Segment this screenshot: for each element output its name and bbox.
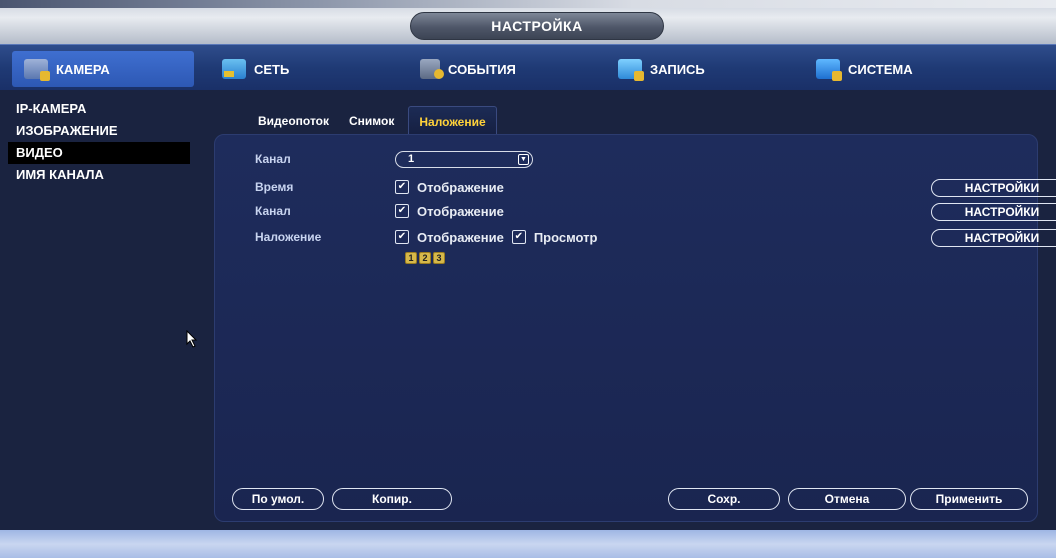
overlay-preview-label: Просмотр <box>533 229 598 245</box>
channel-row: Канал 1 ▼ <box>255 149 533 169</box>
camera-icon <box>24 59 50 81</box>
tab-videostream[interactable]: Видеопоток <box>248 106 339 134</box>
tab-camera[interactable]: КАМЕРА <box>12 51 194 87</box>
record-icon <box>618 59 644 81</box>
copy-button[interactable]: Копир. <box>332 488 452 510</box>
tab-events-label: СОБЫТИЯ <box>448 61 516 77</box>
main-tab-bar: КАМЕРА СЕТЬ СОБЫТИЯ ЗАПИСЬ СИСТЕМА <box>0 44 1056 90</box>
channel-display-checkbox[interactable]: ✔ <box>395 204 409 218</box>
time-display-checkbox[interactable]: ✔ <box>395 180 409 194</box>
sidebar-item-channel-name[interactable]: ИМЯ КАНАЛА <box>8 164 198 186</box>
time-row: Время ✔ Отображение <box>255 177 512 197</box>
region-button-1[interactable]: 1 <box>405 252 417 264</box>
overlay-label: Наложение <box>255 230 322 244</box>
sidebar-item-ip-camera[interactable]: IP-КАМЕРА <box>8 98 198 120</box>
cancel-button[interactable]: Отмена <box>788 488 906 510</box>
tab-system[interactable]: СИСТЕМА <box>804 51 984 87</box>
time-label: Время <box>255 180 294 194</box>
time-display-label: Отображение <box>417 179 504 195</box>
settings-panel: Канал 1 ▼ Время ✔ Отображение НАСТРОЙКИ … <box>214 134 1056 522</box>
region-buttons: 1 2 3 <box>405 252 445 264</box>
tab-snapshot[interactable]: Снимок <box>339 106 404 134</box>
tab-record-label: ЗАПИСЬ <box>650 61 705 77</box>
save-button[interactable]: Сохр. <box>668 488 780 510</box>
footer-bar <box>0 530 1056 558</box>
channel-display-label: Отображение <box>417 203 504 219</box>
sidebar-item-video[interactable]: ВИДЕО <box>8 142 190 164</box>
top-strip <box>0 0 1056 8</box>
events-icon <box>420 59 444 79</box>
title-bar: НАСТРОЙКА <box>0 0 1056 44</box>
overlay-preview-checkbox[interactable]: ✔ <box>511 230 526 244</box>
channel-settings-button[interactable]: НАСТРОЙКИ <box>931 203 1056 221</box>
overlay-settings-button[interactable]: НАСТРОЙКИ <box>931 229 1056 247</box>
overlay-row: Наложение ✔ Отображение ✔ Просмотр <box>255 227 605 247</box>
channel-name-label: Канал <box>255 204 291 218</box>
sidebar: IP-КАМЕРА ИЗОБРАЖЕНИЕ ВИДЕО ИМЯ КАНАЛА <box>8 98 198 518</box>
tab-network[interactable]: СЕТЬ <box>210 51 390 87</box>
tab-events[interactable]: СОБЫТИЯ <box>408 51 588 87</box>
channel-name-row: Канал ✔ Отображение <box>255 201 512 221</box>
channel-select[interactable]: 1 ▼ <box>395 150 533 168</box>
tab-network-label: СЕТЬ <box>254 61 290 77</box>
network-icon <box>222 59 246 79</box>
region-button-2[interactable]: 2 <box>419 252 431 264</box>
tab-system-label: СИСТЕМА <box>848 61 913 77</box>
default-button[interactable]: По умол. <box>232 488 324 510</box>
chevron-down-icon: ▼ <box>518 153 529 165</box>
channel-label: Канал <box>255 152 291 166</box>
system-icon <box>816 59 842 81</box>
time-settings-button[interactable]: НАСТРОЙКИ <box>931 179 1056 197</box>
mouse-cursor-icon <box>186 330 198 348</box>
tab-overlay[interactable]: Наложение <box>408 106 497 134</box>
tab-record[interactable]: ЗАПИСЬ <box>606 51 786 87</box>
tab-camera-label: КАМЕРА <box>56 61 110 77</box>
apply-button[interactable]: Применить <box>910 488 1028 510</box>
channel-select-value: 1 <box>408 153 415 165</box>
overlay-display-label: Отображение <box>417 229 504 245</box>
window-title: НАСТРОЙКА <box>410 12 664 40</box>
sidebar-item-image[interactable]: ИЗОБРАЖЕНИЕ <box>8 120 198 142</box>
content-tab-bar: Видеопоток Снимок Наложение <box>248 106 497 134</box>
region-button-3[interactable]: 3 <box>433 252 445 264</box>
overlay-display-checkbox[interactable]: ✔ <box>395 230 409 244</box>
